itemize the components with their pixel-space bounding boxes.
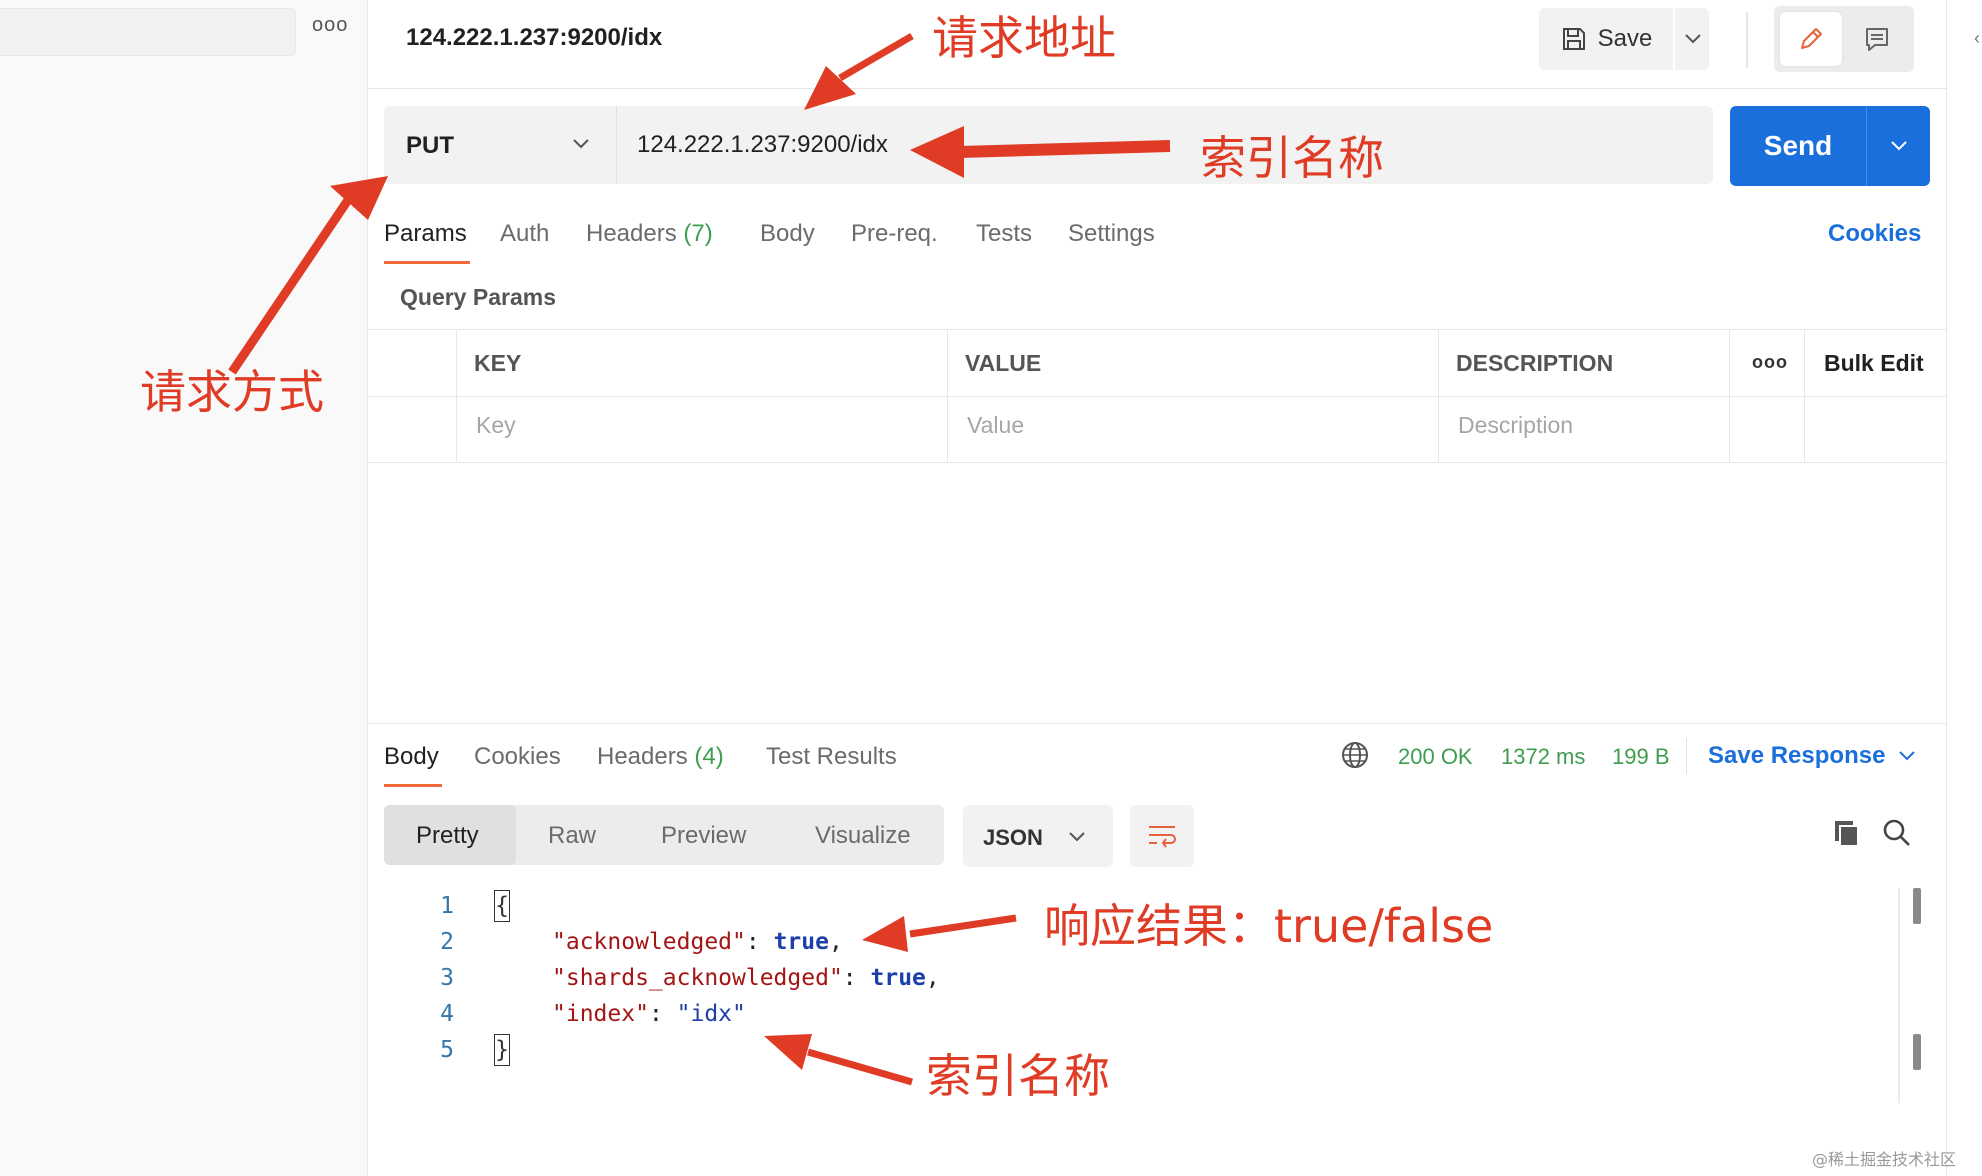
annotation-arrow-head [764, 1034, 812, 1070]
watermark: @稀土掘金技术社区 [1812, 1150, 1957, 1169]
annotation-arrow [807, 1048, 913, 1086]
annotation-arrow [959, 140, 1171, 158]
annotation-response-result: 响应结果：true/false [1044, 899, 1494, 953]
annotation-arrow [228, 197, 352, 375]
annotation-arrow-head [862, 916, 908, 952]
annotation-request-address: 请求地址 [932, 11, 1116, 65]
annotation-arrows [228, 32, 1171, 1086]
annotation-index-name-url: 索引名称 [1200, 131, 1384, 185]
annotation-arrow [909, 914, 1017, 938]
annotation-arrow-head [910, 126, 964, 178]
annotation-arrow [838, 32, 914, 82]
annotation-index-name-result: 索引名称 [926, 1049, 1110, 1103]
annotation-request-method: 请求方式 [140, 365, 324, 419]
